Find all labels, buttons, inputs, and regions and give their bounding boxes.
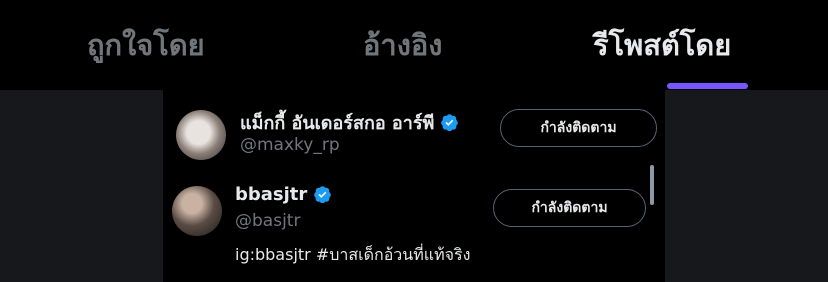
following-button[interactable]: กำลังติดตาม — [493, 189, 646, 227]
user-handle: @basjtr — [235, 211, 301, 231]
verified-badge-icon — [314, 186, 332, 204]
following-button[interactable]: กำลังติดตาม — [500, 109, 657, 147]
tab-quotes[interactable]: อ้างอิง — [363, 22, 442, 68]
user-bio: ig:bbasjtr #บาสเด็กอ้วนที่แท้จริง — [235, 245, 471, 264]
left-background — [0, 90, 163, 282]
user-name-row[interactable]: bbasjtr — [235, 184, 332, 205]
tab-reposted-by[interactable]: รีโพสต์โดย — [593, 22, 731, 68]
avatar[interactable] — [172, 186, 222, 236]
user-display-name: แม็กกี้ อันเดอร์สกอ อาร์พี — [240, 113, 435, 134]
user-name-row[interactable]: แม็กกี้ อันเดอร์สกอ อาร์พี — [240, 108, 459, 137]
tab-liked-by[interactable]: ถูกใจโดย — [87, 22, 205, 68]
right-background — [665, 90, 828, 282]
tab-bar: ถูกใจโดย อ้างอิง รีโพสต์โดย — [0, 0, 828, 90]
user-display-name: bbasjtr — [235, 184, 308, 205]
active-tab-indicator — [667, 83, 748, 89]
scrollbar[interactable] — [650, 165, 654, 205]
avatar[interactable] — [176, 110, 226, 160]
verified-badge-icon — [441, 114, 459, 132]
user-handle: @maxky_rp — [240, 135, 340, 155]
